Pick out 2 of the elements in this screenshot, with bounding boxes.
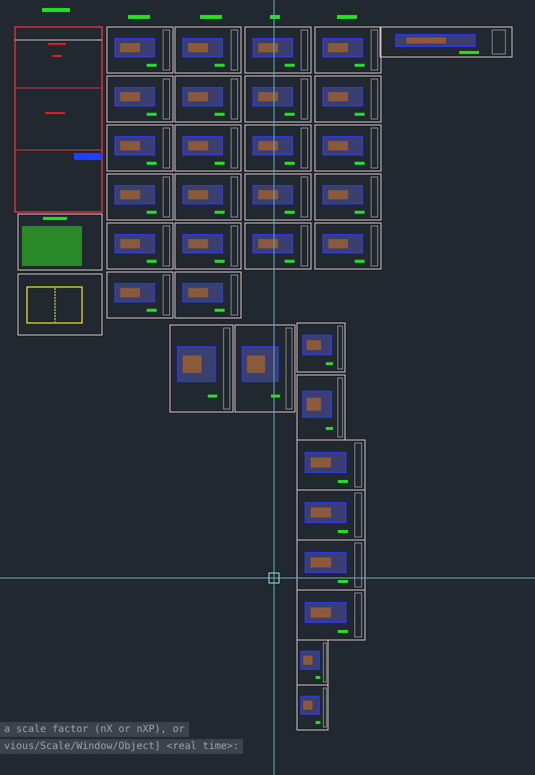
- command-prompt: vious/Scale/Window/Object] <real time>:: [0, 739, 243, 754]
- command-prompt: a scale factor (nX or nXP), or: [0, 722, 189, 737]
